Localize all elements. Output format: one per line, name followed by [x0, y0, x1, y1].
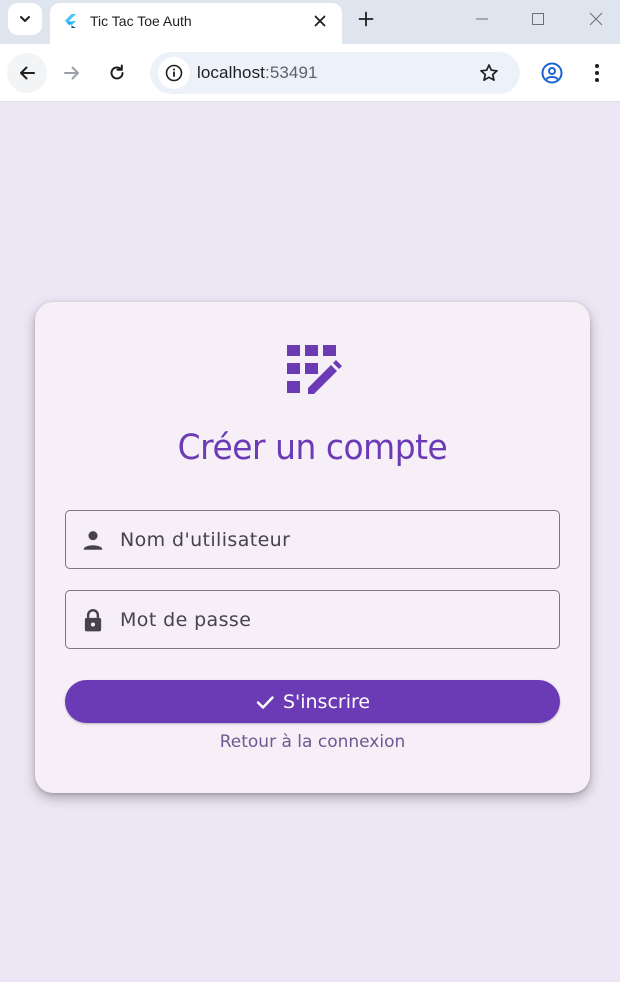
account-icon — [541, 62, 563, 84]
browser-tab-strip: Tic Tac Toe Auth — [0, 0, 620, 44]
close-window-button[interactable] — [581, 6, 611, 32]
arrow-right-icon — [64, 66, 79, 80]
minimize-icon — [476, 18, 488, 20]
profile-button[interactable] — [532, 53, 572, 93]
close-window-icon — [589, 12, 603, 26]
grid-edit-icon — [287, 345, 342, 394]
page-title: Créer un compte — [177, 428, 448, 468]
username-field[interactable] — [65, 510, 560, 569]
chevron-down-icon — [20, 16, 30, 22]
person-icon — [83, 531, 103, 550]
back-to-login-link[interactable]: Retour à la connexion — [35, 732, 590, 752]
flutter-icon — [64, 14, 76, 28]
browser-tab[interactable]: Tic Tac Toe Auth — [50, 3, 342, 44]
url-host: localhost — [197, 63, 265, 82]
tab-title: Tic Tac Toe Auth — [90, 13, 192, 29]
reload-button[interactable] — [97, 53, 137, 93]
info-icon — [165, 64, 183, 82]
password-input[interactable] — [120, 591, 550, 648]
minimize-button[interactable] — [467, 6, 497, 32]
register-button-label: S'inscrire — [282, 690, 371, 713]
back-button[interactable] — [7, 53, 47, 93]
url-port: :53491 — [265, 63, 318, 82]
register-button[interactable]: S'inscrire — [65, 680, 560, 723]
register-card: Créer un compte S'inscrire Retour à la c… — [35, 302, 590, 793]
address-bar[interactable]: localhost:53491 — [150, 52, 520, 94]
browser-toolbar: localhost:53491 — [0, 44, 620, 102]
browser-menu-button[interactable] — [577, 53, 617, 93]
close-icon — [314, 15, 326, 27]
lock-icon — [84, 609, 102, 632]
tab-close-button[interactable] — [311, 12, 329, 30]
password-field[interactable] — [65, 590, 560, 649]
bookmark-button[interactable] — [478, 62, 500, 84]
reload-icon — [110, 64, 124, 80]
maximize-icon — [532, 13, 544, 25]
url-text[interactable]: localhost:53491 — [197, 63, 318, 83]
tab-search-button[interactable] — [8, 3, 42, 35]
username-input[interactable] — [120, 511, 550, 568]
site-info-button[interactable] — [158, 57, 190, 89]
more-vert-icon — [595, 64, 599, 82]
plus-icon — [358, 11, 374, 27]
arrow-left-icon — [20, 66, 35, 80]
star-icon — [480, 64, 498, 82]
maximize-button[interactable] — [523, 6, 553, 32]
new-tab-button[interactable] — [355, 8, 377, 30]
page-viewport: Créer un compte S'inscrire Retour à la c… — [0, 102, 620, 982]
check-icon — [256, 695, 274, 709]
forward-button[interactable] — [52, 53, 92, 93]
